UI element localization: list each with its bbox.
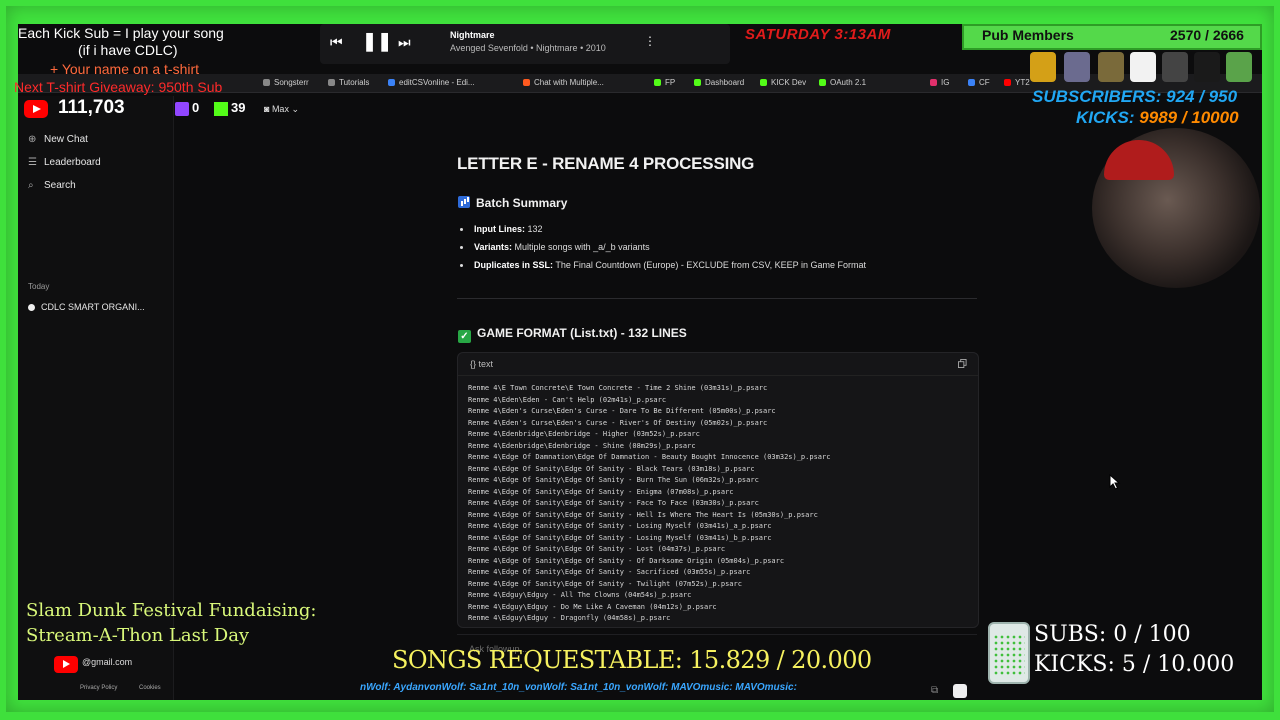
code-line: Renme 4\Edge Of Sanity\Edge Of Sanity - … bbox=[468, 522, 772, 530]
fundraise-line1: Slam Dunk Festival Fundaising: bbox=[26, 600, 317, 621]
kicks-goal: KICKS: 5 / 10.000 bbox=[1034, 652, 1235, 677]
youtube-icon bbox=[54, 656, 78, 673]
active-dot-icon bbox=[28, 304, 35, 311]
game-format-heading: ✓ GAME FORMAT (List.txt) - 132 LINES bbox=[458, 326, 687, 343]
pub-members-count: 2570 / 2666 bbox=[1170, 27, 1244, 43]
new-chat-button[interactable]: ⊕ New Chat bbox=[28, 134, 88, 145]
summary-bullet: Duplicates in SSL: The Final Countdown (… bbox=[460, 260, 866, 270]
code-line: Renme 4\Edge Of Sanity\Edge Of Sanity - … bbox=[468, 556, 785, 565]
chat-ticker: nWolf: AydanvonWolf: Sa1nt_10n_vonWolf: … bbox=[360, 682, 797, 693]
previous-track-icon[interactable]: ⏮ bbox=[330, 34, 343, 51]
code-line: Renme 4\Edge Of Damnation\Edge Of Damnat… bbox=[468, 453, 831, 461]
bookmark-songsterr[interactable]: Songsterr bbox=[263, 78, 309, 87]
code-line: Renme 4\Edguy\Edguy - Do Me Like A Cavem… bbox=[468, 602, 717, 611]
shirt-icon bbox=[1226, 52, 1252, 82]
shirt-icon bbox=[1130, 52, 1156, 82]
subscribers-goal: SUBSCRIBERS: 924 / 950 bbox=[1032, 87, 1238, 106]
code-lines: Renme 4\E Town Concrete\E Town Concrete … bbox=[468, 383, 830, 625]
history-section-label: Today bbox=[28, 282, 50, 291]
leaderboard-icon: ☰ bbox=[28, 157, 37, 168]
history-item[interactable]: CDLC SMART ORGANI... bbox=[28, 302, 145, 312]
shirt-icon bbox=[1194, 52, 1220, 82]
kick-sub-line1: Each Kick Sub = I play your song bbox=[18, 25, 224, 41]
shirt-icon bbox=[1030, 52, 1056, 82]
fundraise-line2: Stream-A-Thon Last Day bbox=[26, 625, 250, 646]
summary-bullet: Input Lines: 132 bbox=[460, 224, 543, 234]
youtube-subscriber-count: 111,703 bbox=[58, 97, 125, 118]
pause-icon[interactable]: ❚❚ bbox=[362, 31, 392, 52]
bookmark-cf[interactable]: CF bbox=[968, 78, 990, 87]
bookmark-kick-dev[interactable]: KICK Dev bbox=[760, 78, 806, 87]
code-line: Renme 4\Edge Of Sanity\Edge Of Sanity - … bbox=[468, 510, 818, 519]
code-line: Renme 4\Edge Of Sanity\Edge Of Sanity - … bbox=[468, 568, 751, 576]
youtube-icon bbox=[24, 100, 48, 118]
shirt-icon bbox=[1098, 52, 1124, 82]
kick-icon bbox=[214, 102, 228, 116]
page-title: LETTER E - RENAME 4 PROCESSING bbox=[457, 154, 755, 173]
more-options-icon[interactable]: ⋮ bbox=[644, 34, 656, 48]
bookmark-tutorials[interactable]: Tutorials bbox=[328, 78, 369, 87]
code-line: Renme 4\Edenbridge\Edenbridge - Shine (0… bbox=[468, 441, 696, 450]
merch-shirts bbox=[1030, 52, 1258, 86]
tshirt-line: + Your name on a t-shirt bbox=[50, 61, 200, 77]
code-line: Renme 4\E Town Concrete\E Town Concrete … bbox=[468, 384, 768, 392]
shirt-icon bbox=[1064, 52, 1090, 82]
summary-bullet: Variants: Multiple songs with _a/_b vari… bbox=[460, 242, 650, 252]
copy-icon[interactable] bbox=[958, 359, 967, 368]
kicks-goal-top: KICKS: 9989 / 10000 bbox=[1076, 108, 1239, 127]
search-icon: ⌕ bbox=[28, 180, 34, 191]
bookmark-editcsv[interactable]: editCSVonline - Edi... bbox=[388, 78, 475, 87]
bookmark-yt2[interactable]: YT2 bbox=[1004, 78, 1030, 87]
check-icon: ✓ bbox=[458, 330, 471, 343]
track-title: Nightmare bbox=[450, 30, 495, 40]
bookmark-oauth[interactable]: OAuth 2.1 bbox=[819, 78, 866, 87]
contact-email: @gmail.com bbox=[82, 657, 133, 667]
privacy-link[interactable]: Privacy Policy bbox=[80, 685, 117, 691]
plus-icon: ⊕ bbox=[28, 134, 37, 145]
bookmark-dashboard[interactable]: Dashboard bbox=[694, 78, 744, 87]
code-line: Renme 4\Edge Of Sanity\Edge Of Sanity - … bbox=[468, 464, 755, 473]
search-link[interactable]: ⌕ Search bbox=[28, 180, 76, 191]
batch-summary-heading: Batch Summary bbox=[458, 196, 567, 210]
code-block: {} text Renme 4\E Town Concrete\E Town C… bbox=[457, 352, 979, 628]
subs-goal: SUBS: 0 / 100 bbox=[1034, 622, 1191, 647]
bar-chart-icon bbox=[458, 196, 470, 208]
code-line: Renme 4\Eden\Eden - Can't Help (02m41s)_… bbox=[468, 395, 667, 404]
kick-follower-count: 39 bbox=[231, 100, 246, 115]
bookmark-fp[interactable]: FP bbox=[654, 78, 675, 87]
twitch-count: 0 bbox=[192, 100, 200, 115]
code-block-header: {} text bbox=[458, 353, 978, 376]
bookmark-chat-multiple[interactable]: Chat with Multiple... bbox=[523, 78, 604, 87]
code-line: Renme 4\Edge Of Sanity\Edge Of Sanity - … bbox=[468, 545, 726, 553]
code-line: Renme 4\Edguy\Edguy - All The Clowns (04… bbox=[468, 591, 692, 599]
day-time-display: SATURDAY 3:13AM bbox=[745, 26, 891, 43]
divider bbox=[457, 298, 977, 299]
code-line: Renme 4\Edge Of Sanity\Edge Of Sanity - … bbox=[468, 499, 759, 507]
songs-requestable: SONGS REQUESTABLE: 15.829 / 20.000 bbox=[392, 646, 872, 674]
code-line: Renme 4\Edge Of Sanity\Edge Of Sanity - … bbox=[468, 579, 742, 588]
kick-sub-line2: (if i have CDLC) bbox=[78, 42, 178, 58]
track-subtitle: Avenged Sevenfold • Nightmare • 2010 bbox=[450, 43, 606, 53]
code-language-label: {} text bbox=[470, 359, 494, 369]
cookies-link[interactable]: Cookies bbox=[139, 685, 161, 691]
next-track-icon[interactable]: ⏭ bbox=[398, 34, 411, 51]
code-line: Renme 4\Eden's Curse\Eden's Curse - Rive… bbox=[468, 418, 768, 427]
model-selector[interactable]: ◙ Max ⌄ bbox=[264, 104, 299, 115]
shirt-icon bbox=[1162, 52, 1188, 82]
code-line: Renme 4\Edge Of Sanity\Edge Of Sanity - … bbox=[468, 487, 734, 496]
pub-members-label: Pub Members bbox=[982, 27, 1074, 43]
bookmark-ig[interactable]: IG bbox=[930, 78, 949, 87]
code-line: Renme 4\Edge Of Sanity\Edge Of Sanity - … bbox=[468, 476, 759, 484]
tip-jar-icon bbox=[988, 622, 1030, 684]
code-line: Renme 4\Edge Of Sanity\Edge Of Sanity - … bbox=[468, 533, 772, 542]
twitch-icon bbox=[175, 102, 189, 116]
leaderboard-link[interactable]: ☰ Leaderboard bbox=[28, 157, 101, 168]
code-line: Renme 4\Edenbridge\Edenbridge - Higher (… bbox=[468, 430, 700, 438]
code-line: Renme 4\Eden's Curse\Eden's Curse - Dare… bbox=[468, 407, 776, 415]
mouse-cursor-icon bbox=[1109, 474, 1121, 490]
code-line: Renme 4\Edguy\Edguy - Dragonfly (04m58s)… bbox=[468, 614, 671, 622]
giveaway-line: Next T-shirt Giveaway: 950th Sub bbox=[14, 79, 223, 95]
